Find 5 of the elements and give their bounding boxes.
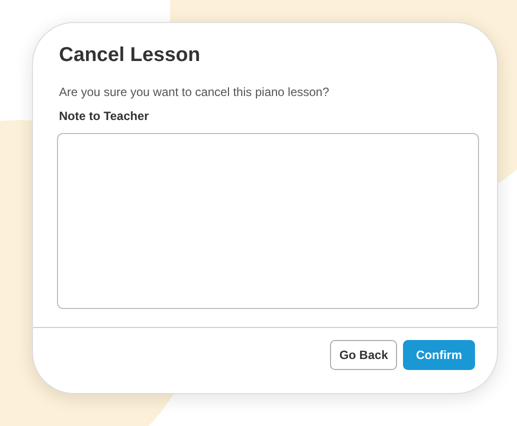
confirmation-message: Are you sure you want to cancel this piano lesson? <box>59 84 330 101</box>
note-label: Note to Teacher <box>59 108 149 125</box>
note-field[interactable] <box>57 133 479 309</box>
dialog-title: Cancel Lesson <box>59 43 200 67</box>
back-button[interactable]: Go Back <box>330 340 397 370</box>
